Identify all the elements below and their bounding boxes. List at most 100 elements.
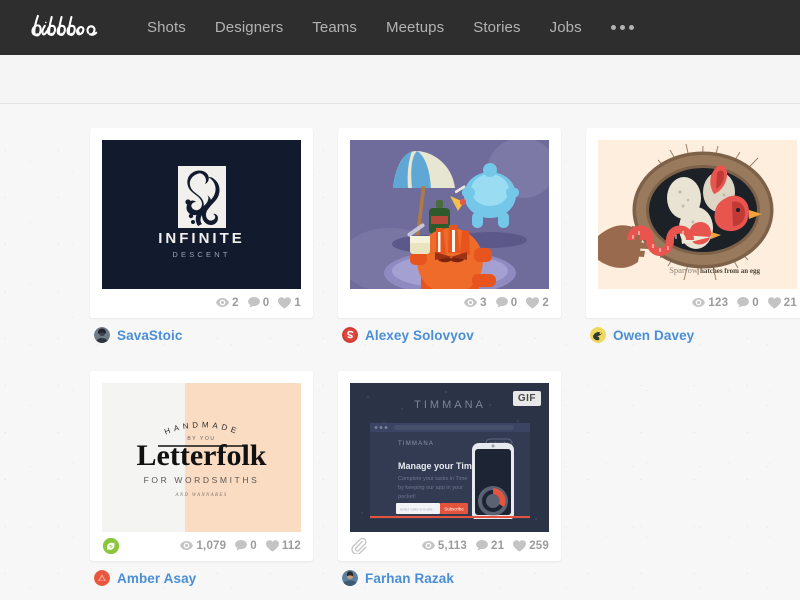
eye-icon — [421, 541, 435, 550]
thumb-wannabes: AND WANNABES — [174, 493, 227, 498]
rebound-icon[interactable] — [102, 537, 120, 555]
shot-card-body[interactable]: 3 0 2 — [338, 128, 561, 318]
comments-stat: 0 — [235, 540, 257, 552]
dribbble-logo[interactable] — [28, 13, 112, 43]
thumb-sub2: by keeping our app in your — [398, 485, 463, 491]
shot-stats: 3 0 2 — [350, 289, 549, 318]
eye-icon — [464, 298, 478, 307]
nav-link-shots[interactable]: Shots — [147, 19, 186, 36]
shot-card[interactable]: TIMMANA TIMMANA Subscribe Manage your Ti… — [338, 371, 561, 586]
avatar-owen-davey — [590, 327, 606, 343]
shot-stats: 123 0 21 — [598, 289, 797, 318]
likes-count: 21 — [783, 296, 797, 309]
nav-link-stories[interactable]: Stories — [473, 19, 520, 36]
nav-link-meetups[interactable]: Meetups — [386, 19, 444, 36]
shot-card-body[interactable]: Sparrow hatches from an egg 123 0 21 — [586, 128, 800, 318]
sparrow-nest-artwork: Sparrow hatches from an egg — [598, 140, 797, 289]
heart-icon — [767, 296, 781, 309]
nav-link-jobs[interactable]: Jobs — [550, 19, 582, 36]
comment-icon — [235, 540, 248, 551]
nav-more-menu-icon[interactable] — [610, 25, 634, 30]
shot-thumbnail[interactable] — [350, 140, 549, 289]
author-name[interactable]: Owen Davey — [613, 328, 694, 343]
likes-stat: 1 — [278, 297, 301, 309]
comments-count: 21 — [491, 539, 505, 552]
dot-2 — [619, 25, 625, 30]
shot-author[interactable]: Owen Davey — [586, 327, 800, 343]
shot-card[interactable]: Sparrow hatches from an egg 123 0 21 Owe… — [586, 128, 800, 343]
shot-stats: 5,113 21 259 — [350, 532, 549, 561]
avatar[interactable] — [590, 327, 606, 343]
avatar[interactable] — [94, 570, 110, 586]
author-name[interactable]: Alexey Solovyov — [365, 328, 474, 343]
gif-badge: GIF — [512, 391, 541, 406]
infinite-descent-artwork: INFINITE DESCENT — [102, 140, 301, 289]
shot-card-body[interactable]: TIMMANA TIMMANA Subscribe Manage your Ti… — [338, 371, 561, 561]
shot-thumbnail[interactable]: HANDMADE BY YOU Letterfolk FOR WORDSMITH… — [102, 383, 301, 532]
heart-icon — [513, 539, 527, 552]
comments-stat: 0 — [495, 296, 518, 309]
avatar[interactable] — [94, 327, 110, 343]
views-stat: 5,113 — [421, 539, 467, 552]
shot-stats: 2 0 1 — [102, 289, 301, 318]
author-name[interactable]: Amber Asay — [117, 571, 196, 586]
comment-icon — [737, 297, 750, 308]
comments-count: 0 — [250, 539, 257, 552]
comment-icon — [247, 297, 260, 308]
top-navigation-bar: Shots Designers Teams Meetups Stories Jo… — [0, 0, 800, 55]
shot-card[interactable]: INFINITE DESCENT 2 0 1 SavaStoic — [90, 128, 313, 343]
heart-icon — [265, 539, 279, 552]
thumb-email-placeholder: enter valid e-mails — [400, 507, 432, 512]
nav-link-designers[interactable]: Designers — [215, 19, 283, 36]
views-stat: 3 — [464, 297, 487, 309]
thumb-title-line2: DESCENT — [172, 250, 230, 259]
likes-stat: 112 — [265, 539, 301, 552]
avatar[interactable] — [342, 570, 358, 586]
shot-card-body[interactable]: HANDMADE BY YOU Letterfolk FOR WORDSMITH… — [90, 371, 313, 561]
shot-card-body[interactable]: INFINITE DESCENT 2 0 1 — [90, 128, 313, 318]
views-count: 5,113 — [437, 539, 467, 552]
thumb-sub1: Complete your tasks in Time — [398, 476, 467, 482]
author-name[interactable]: SavaStoic — [117, 328, 182, 343]
comments-count: 0 — [752, 296, 759, 309]
comments-count: 0 — [510, 296, 518, 309]
avatar-savastoic — [94, 327, 110, 343]
shot-card[interactable]: 3 0 2 Alexey Solovyov — [338, 128, 561, 343]
views-stat: 123 — [692, 297, 728, 309]
comment-icon — [476, 540, 488, 551]
thumb-sub3: pocket! — [398, 494, 416, 500]
nav-link-teams[interactable]: Teams — [312, 19, 357, 36]
shot-author[interactable]: Amber Asay — [90, 570, 313, 586]
thumb-subscribe-btn: Subscribe — [444, 507, 464, 512]
views-stat: 1,079 — [180, 540, 226, 552]
shot-thumbnail[interactable]: INFINITE DESCENT — [102, 140, 301, 289]
views-count: 123 — [708, 296, 729, 309]
thumb-inner-brand: TIMMANA — [398, 441, 434, 447]
heart-icon — [526, 296, 540, 309]
shot-card[interactable]: HANDMADE BY YOU Letterfolk FOR WORDSMITH… — [90, 371, 313, 586]
author-name[interactable]: Farhan Razak — [365, 571, 454, 586]
shot-thumbnail[interactable]: Sparrow hatches from an egg — [598, 140, 797, 289]
primary-nav-links: Shots Designers Teams Meetups Stories Jo… — [147, 19, 634, 36]
likes-count: 1 — [294, 296, 301, 309]
comments-count: 0 — [262, 296, 270, 309]
likes-count: 112 — [281, 539, 301, 552]
dot-1 — [610, 25, 616, 30]
letterfolk-artwork: HANDMADE BY YOU Letterfolk FOR WORDSMITH… — [102, 383, 301, 532]
attachment-icon[interactable] — [350, 537, 367, 554]
shot-author[interactable]: Farhan Razak — [338, 570, 561, 586]
avatar[interactable] — [342, 327, 358, 343]
eye-icon — [180, 541, 194, 550]
dot-3 — [628, 25, 634, 30]
views-stat: 2 — [216, 297, 239, 309]
comment-icon — [495, 297, 508, 308]
avatar-amber-asay — [94, 570, 110, 586]
shot-thumbnail[interactable]: TIMMANA TIMMANA Subscribe Manage your Ti… — [350, 383, 549, 532]
shot-author[interactable]: SavaStoic — [90, 327, 313, 343]
views-count: 1,079 — [196, 539, 227, 552]
thumb-letterfolk: Letterfolk — [137, 439, 267, 472]
shot-author[interactable]: Alexey Solovyov — [338, 327, 561, 343]
likes-stat: 259 — [513, 540, 549, 552]
shots-grid: INFINITE DESCENT 2 0 1 SavaStoic 3 0 2 A… — [90, 104, 800, 600]
eye-icon — [216, 298, 230, 307]
